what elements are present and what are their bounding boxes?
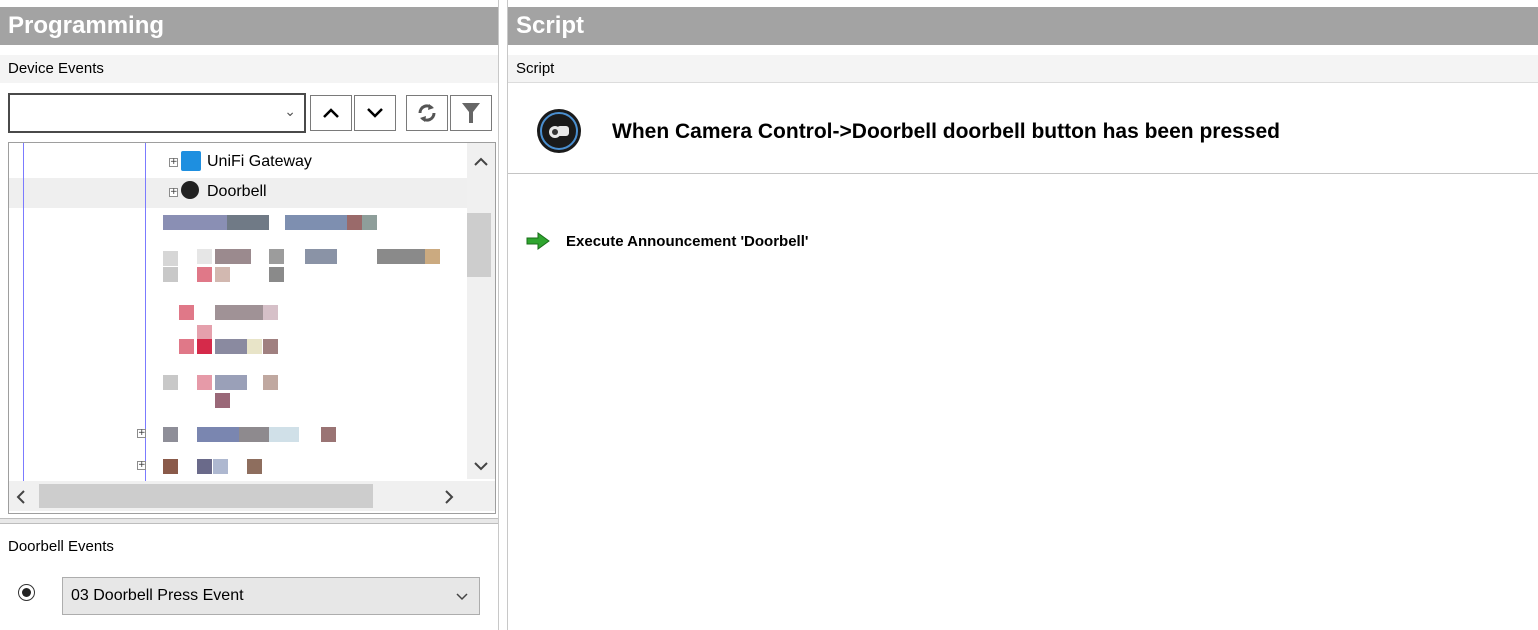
horizontal-scroll-thumb[interactable]: [39, 484, 373, 508]
device-events-label-bar: Device Events: [0, 55, 498, 83]
script-sub-label: Script: [516, 60, 555, 77]
camera-icon: [537, 109, 581, 153]
refresh-icon: [418, 104, 436, 122]
scroll-right-icon[interactable]: [443, 489, 455, 505]
tree-vertical-scrollbar[interactable]: [467, 143, 495, 479]
device-tree[interactable]: + UniFi Gateway + Doorbell + +: [8, 142, 496, 514]
trigger-text: When Camera Control->Doorbell doorbell b…: [612, 120, 1280, 143]
device-events-label: Device Events: [8, 60, 104, 77]
programming-title: Programming: [8, 12, 165, 39]
event-select-value: 03 Doorbell Press Event: [71, 587, 244, 604]
move-up-button[interactable]: [310, 95, 352, 131]
script-sub-bar: Script: [508, 55, 1538, 83]
tree-item-label: UniFi Gateway: [207, 153, 312, 170]
expand-icon[interactable]: +: [137, 429, 146, 438]
refresh-button[interactable]: [406, 95, 448, 131]
tree-item-label: Doorbell: [207, 183, 267, 200]
script-header: Script: [508, 7, 1538, 45]
device-combo[interactable]: ⌄: [8, 93, 306, 133]
action-row[interactable]: Execute Announcement 'Doorbell': [526, 228, 1126, 252]
tree-item-doorbell[interactable]: + Doorbell: [167, 181, 427, 205]
trigger-row[interactable]: When Camera Control->Doorbell doorbell b…: [508, 86, 1538, 174]
scroll-left-icon[interactable]: [15, 489, 27, 505]
tree-line: [23, 143, 24, 483]
network-gateway-icon: [181, 151, 201, 171]
doorbell-events-label-bar: Doorbell Events: [0, 532, 498, 562]
chevron-down-icon: ⌄: [284, 103, 296, 119]
programming-header: Programming: [0, 7, 498, 45]
expand-icon[interactable]: +: [137, 461, 146, 470]
filter-icon: [462, 103, 480, 123]
radio-selected-dot: [22, 588, 31, 597]
chevron-up-icon: [323, 108, 339, 118]
pane-divider[interactable]: [498, 0, 508, 630]
arrow-right-icon: [526, 232, 550, 250]
event-radio-button[interactable]: [18, 584, 35, 601]
vertical-scroll-thumb[interactable]: [467, 213, 491, 277]
left-pane-splitter[interactable]: [0, 518, 498, 524]
tree-item-unifi-gateway[interactable]: + UniFi Gateway: [167, 151, 427, 175]
action-text: Execute Announcement 'Doorbell': [566, 233, 809, 250]
redacted-tree-items: [159, 213, 459, 483]
expand-icon[interactable]: +: [169, 158, 178, 167]
doorbell-events-label: Doorbell Events: [8, 538, 114, 555]
move-down-button[interactable]: [354, 95, 396, 131]
chevron-down-icon: [456, 593, 468, 601]
scroll-down-icon[interactable]: [473, 461, 489, 471]
expand-icon[interactable]: +: [169, 188, 178, 197]
event-select[interactable]: 03 Doorbell Press Event: [62, 577, 480, 615]
chevron-down-icon: [367, 108, 383, 118]
scroll-up-icon[interactable]: [473, 157, 489, 167]
filter-button[interactable]: [450, 95, 492, 131]
tree-horizontal-scrollbar[interactable]: [9, 481, 495, 511]
script-title: Script: [516, 12, 585, 39]
camera-icon: [181, 181, 199, 199]
